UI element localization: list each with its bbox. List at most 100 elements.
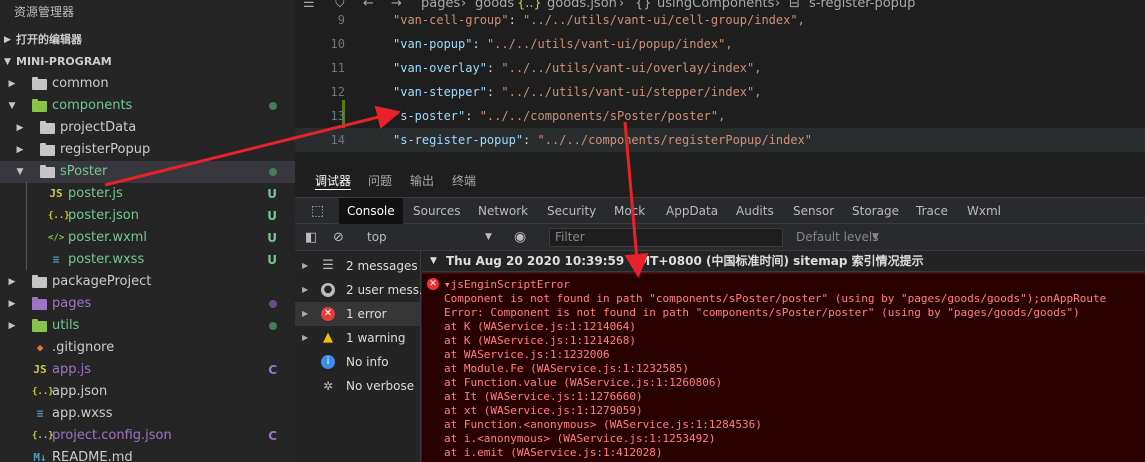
tab-problems[interactable]: 问题: [368, 172, 392, 189]
tree-file[interactable]: {..} project.config.json C: [0, 425, 295, 447]
error-type: ▾jsEnginScriptError: [444, 278, 570, 291]
explorer-panel: 资源管理器 ▶ 打开的编辑器 ▼ MINI-PROGRAM ▶ common ▼ co…: [0, 0, 295, 462]
tree-file[interactable]: JS poster.js U: [0, 183, 295, 205]
md-file-icon: M↓: [33, 451, 47, 462]
sidebar-item-messages[interactable]: ▶ ☰ 2 messages: [295, 254, 421, 278]
tree-file[interactable]: {..} app.json: [0, 381, 295, 403]
tab-security[interactable]: Security: [539, 198, 604, 224]
sidebar-item-warnings[interactable]: ▶ ▲ 1 warning: [295, 326, 421, 350]
list-icon: ☰: [322, 258, 334, 273]
tab-network[interactable]: Network: [470, 198, 536, 224]
code-editor[interactable]: 9 "van-cell-group": "../../utils/vant-ui…: [295, 14, 1145, 160]
tree-folder[interactable]: ▶ common: [0, 73, 295, 95]
error-message[interactable]: ✕ ▾jsEnginScriptError Component is not fo…: [422, 273, 1145, 462]
chevron-down-icon: ▼: [4, 57, 11, 67]
clear-console-icon[interactable]: ⊘: [333, 224, 344, 251]
tree-folder[interactable]: ▶ utils: [0, 315, 295, 337]
code-line[interactable]: 13 "s-poster": "../../components/sPoster…: [295, 104, 1145, 128]
devtools-tabs: ⬚ Console Sources Network Security Mock …: [295, 198, 1145, 224]
context-select[interactable]: top: [367, 224, 387, 251]
filter-input[interactable]: Filter: [549, 228, 783, 247]
tree-folder[interactable]: ▼ sPoster: [0, 161, 295, 183]
folder-icon: [32, 275, 47, 288]
tab-audits[interactable]: Audits: [728, 198, 782, 224]
chevron-down-icon[interactable]: ▼: [872, 224, 879, 251]
chevron-right-icon[interactable]: ▶: [14, 117, 26, 139]
bookmark-icon[interactable]: ⛉: [335, 0, 345, 11]
error-line: Component is not found in path "componen…: [444, 292, 1107, 305]
code-line[interactable]: 11 "van-overlay": "../../utils/vant-ui/o…: [295, 56, 1145, 80]
list-icon[interactable]: ☰: [303, 0, 315, 11]
user-icon: ●: [321, 283, 335, 297]
breadcrumb-goods[interactable]: goods: [475, 0, 514, 11]
chevron-right-icon[interactable]: ▶: [6, 293, 18, 315]
console-group-header[interactable]: ▼ Thu Aug 20 2020 10:39:59 GMT+0800 (中国标…: [422, 251, 1145, 272]
git-status-dot: [269, 322, 277, 330]
tab-output[interactable]: 输出: [410, 172, 434, 189]
chevron-right-icon[interactable]: ▶: [6, 315, 18, 337]
project-section[interactable]: ▼ MINI-PROGRAM: [0, 51, 295, 73]
json-icon: {..}: [517, 0, 542, 11]
error-icon: ✕: [427, 278, 439, 290]
tab-console[interactable]: Console: [339, 198, 403, 224]
tree-folder[interactable]: ▶ registerPopup: [0, 139, 295, 161]
git-status-badge: U: [267, 231, 277, 245]
levels-select[interactable]: Default levels: [796, 224, 878, 251]
tree-item-label: poster.json: [68, 208, 139, 223]
back-arrow-icon[interactable]: ←: [363, 0, 374, 11]
console-output[interactable]: ▼ Thu Aug 20 2020 10:39:59 GMT+0800 (中国标…: [422, 251, 1145, 462]
tree-folder[interactable]: ▶ packageProject: [0, 271, 295, 293]
code-line[interactable]: 9 "van-cell-group": "../../utils/vant-ui…: [295, 14, 1145, 32]
sidebar-item-errors[interactable]: ▶ ✕ 1 error: [295, 302, 421, 326]
code-line[interactable]: 10 "van-popup": "../../utils/vant-ui/pop…: [295, 32, 1145, 56]
breadcrumb-pages[interactable]: pages: [421, 0, 460, 11]
chevron-right-icon[interactable]: ▶: [6, 271, 18, 293]
tree-item-label: pages: [52, 296, 92, 311]
tree-file[interactable]: ◆ .gitignore: [0, 337, 295, 359]
tree-folder[interactable]: ▶ pages: [0, 293, 295, 315]
sidebar-item-verbose[interactable]: ✲ No verbose: [295, 374, 421, 398]
tree-file[interactable]: {..} poster.json U: [0, 205, 295, 227]
tree-folder[interactable]: ▼ components: [0, 95, 295, 117]
tree-item-label: app.json: [52, 384, 108, 399]
folder-icon: [32, 319, 47, 332]
open-editors-section[interactable]: ▶ 打开的编辑器: [0, 29, 295, 51]
tree-item-label: poster.js: [68, 186, 123, 201]
code-line[interactable]: 12 "van-stepper": "../../utils/vant-ui/s…: [295, 80, 1145, 104]
sidebar-item-user-messages[interactable]: ▶ ● 2 user mess...: [295, 278, 421, 302]
json-file-icon: {..}: [32, 387, 54, 397]
chevron-down-icon[interactable]: ▼: [485, 224, 492, 251]
sidebar-item-info[interactable]: i No info: [295, 350, 421, 374]
chevron-right-icon[interactable]: ▶: [14, 139, 26, 161]
chevron-down-icon[interactable]: ▼: [6, 95, 18, 117]
tab-mock[interactable]: Mock: [606, 198, 653, 224]
tree-file[interactable]: JS app.js C: [0, 359, 295, 381]
tab-storage[interactable]: Storage: [844, 198, 907, 224]
forward-arrow-icon[interactable]: →: [391, 0, 402, 11]
sidebar-toggle-icon[interactable]: ◧: [305, 224, 317, 251]
error-line: at Function.<anonymous> (WAService.js:1:…: [444, 418, 762, 431]
eye-icon[interactable]: ◉: [514, 224, 526, 251]
chevron-down-icon[interactable]: ▼: [14, 161, 26, 183]
error-line: at i.emit (WAService.js:1:412028): [444, 446, 663, 459]
tab-terminal[interactable]: 终端: [452, 172, 476, 189]
breadcrumb-s-register-popup[interactable]: s-register-popup: [809, 0, 915, 11]
tree-file[interactable]: ≡ app.wxss: [0, 403, 295, 425]
tab-trace[interactable]: Trace: [908, 198, 956, 224]
tree-file[interactable]: M↓ README.md: [0, 447, 295, 462]
tab-sensor[interactable]: Sensor: [785, 198, 842, 224]
devtools-panel: 调试器 问题 输出 终端 ⬚ Console Sources Network S…: [295, 160, 1145, 462]
breadcrumb-usingcomponents[interactable]: usingComponents: [657, 0, 774, 11]
breadcrumb-goods-json[interactable]: goods.json: [547, 0, 617, 11]
chevron-right-icon[interactable]: ▶: [6, 73, 18, 95]
tab-wxml[interactable]: Wxml: [959, 198, 1009, 224]
tab-debugger[interactable]: 调试器: [315, 172, 352, 190]
tab-sources[interactable]: Sources: [405, 198, 468, 224]
inspect-icon[interactable]: ⬚: [303, 198, 332, 224]
code-line-current[interactable]: 14 "s-register-popup": "../../components…: [295, 128, 1145, 152]
console-toolbar: ◧ ⊘ top ▼ ◉ Filter Default levels ▼: [295, 224, 1145, 251]
tab-appdata[interactable]: AppData: [658, 198, 726, 224]
tree-file[interactable]: ≡ poster.wxss U: [0, 249, 295, 271]
tree-file[interactable]: </> poster.wxml U: [0, 227, 295, 249]
tree-folder[interactable]: ▶ projectData: [0, 117, 295, 139]
